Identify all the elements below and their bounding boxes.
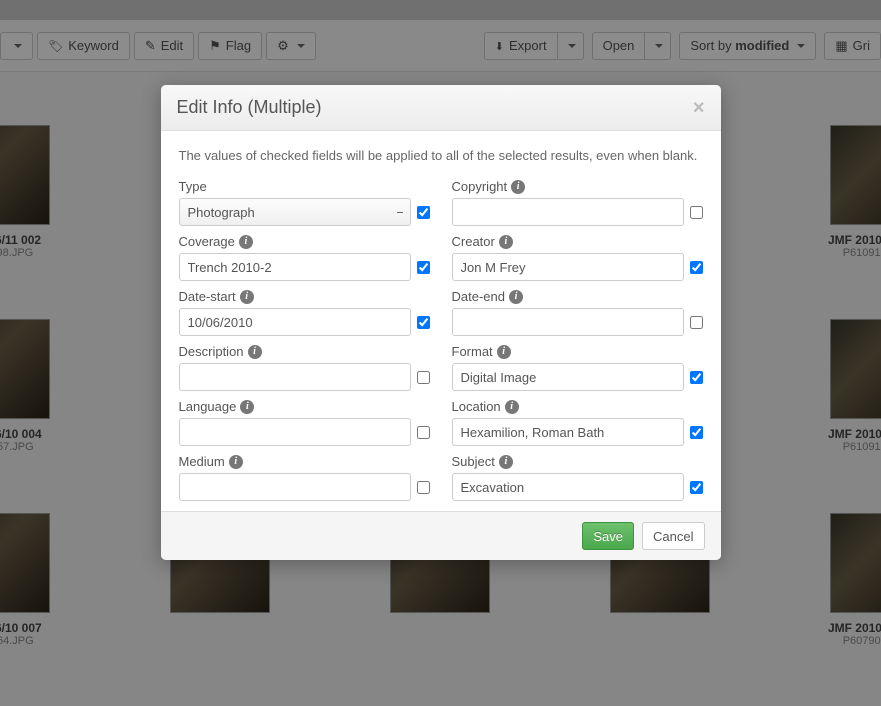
creator-field: Creator i [452, 234, 703, 281]
creator-row [452, 253, 703, 281]
modal-form: Type Photograph Copyright i Coverage i Crea… [179, 179, 703, 501]
info-icon[interactable]: i [509, 290, 523, 304]
modal-footer: Save Cancel [161, 511, 721, 560]
copyright-row [452, 198, 703, 226]
save-button[interactable]: Save [582, 522, 634, 550]
creator-input[interactable] [452, 253, 684, 281]
type-apply-checkbox[interactable] [417, 206, 430, 219]
language-label: Language i [179, 399, 430, 414]
description-label: Description i [179, 344, 430, 359]
creator-label: Creator i [452, 234, 703, 249]
medium-label: Medium i [179, 454, 430, 469]
language-apply-checkbox[interactable] [417, 426, 430, 439]
format-label: Format i [452, 344, 703, 359]
language-input[interactable] [179, 418, 411, 446]
modal-description: The values of checked fields will be app… [179, 147, 703, 165]
type-label: Type [179, 179, 430, 194]
type-select[interactable]: Photograph [179, 198, 411, 226]
subject-row [452, 473, 703, 501]
cancel-button[interactable]: Cancel [642, 522, 704, 550]
copyright-field: Copyright i [452, 179, 703, 226]
copyright-label: Copyright i [452, 179, 703, 194]
medium-field: Medium i [179, 454, 430, 501]
medium-row [179, 473, 430, 501]
info-icon[interactable]: i [505, 400, 519, 414]
modal-overlay: Edit Info (Multiple) × The values of che… [0, 0, 881, 706]
coverage-apply-checkbox[interactable] [417, 261, 430, 274]
info-icon[interactable]: i [229, 455, 243, 469]
datestart-field: Date-start i [179, 289, 430, 336]
info-icon[interactable]: i [511, 180, 525, 194]
info-icon[interactable]: i [240, 290, 254, 304]
subject-field: Subject i [452, 454, 703, 501]
format-input[interactable] [452, 363, 684, 391]
type-field: Type Photograph [179, 179, 430, 226]
modal-body: The values of checked fields will be app… [161, 131, 721, 511]
copyright-input[interactable] [452, 198, 684, 226]
datestart-input[interactable] [179, 308, 411, 336]
modal-title: Edit Info (Multiple) [177, 97, 322, 118]
location-apply-checkbox[interactable] [690, 426, 703, 439]
description-row [179, 363, 430, 391]
subject-input[interactable] [452, 473, 684, 501]
info-icon[interactable]: i [499, 235, 513, 249]
location-input[interactable] [452, 418, 684, 446]
info-icon[interactable]: i [499, 455, 513, 469]
edit-info-modal: Edit Info (Multiple) × The values of che… [161, 85, 721, 560]
medium-input[interactable] [179, 473, 411, 501]
format-apply-checkbox[interactable] [690, 371, 703, 384]
description-field: Description i [179, 344, 430, 391]
format-row [452, 363, 703, 391]
language-row [179, 418, 430, 446]
dateend-apply-checkbox[interactable] [690, 316, 703, 329]
modal-header: Edit Info (Multiple) × [161, 85, 721, 131]
coverage-row [179, 253, 430, 281]
subject-apply-checkbox[interactable] [690, 481, 703, 494]
creator-apply-checkbox[interactable] [690, 261, 703, 274]
dateend-label: Date-end i [452, 289, 703, 304]
copyright-apply-checkbox[interactable] [690, 206, 703, 219]
datestart-row [179, 308, 430, 336]
dateend-row [452, 308, 703, 336]
location-label: Location i [452, 399, 703, 414]
language-field: Language i [179, 399, 430, 446]
location-row [452, 418, 703, 446]
info-icon[interactable]: i [240, 400, 254, 414]
info-icon[interactable]: i [239, 235, 253, 249]
info-icon[interactable]: i [248, 345, 262, 359]
datestart-label: Date-start i [179, 289, 430, 304]
info-icon[interactable]: i [497, 345, 511, 359]
close-icon[interactable]: × [693, 98, 705, 118]
datestart-apply-checkbox[interactable] [417, 316, 430, 329]
description-input[interactable] [179, 363, 411, 391]
coverage-input[interactable] [179, 253, 411, 281]
subject-label: Subject i [452, 454, 703, 469]
dateend-input[interactable] [452, 308, 684, 336]
coverage-label: Coverage i [179, 234, 430, 249]
location-field: Location i [452, 399, 703, 446]
coverage-field: Coverage i [179, 234, 430, 281]
description-apply-checkbox[interactable] [417, 371, 430, 384]
dateend-field: Date-end i [452, 289, 703, 336]
format-field: Format i [452, 344, 703, 391]
medium-apply-checkbox[interactable] [417, 481, 430, 494]
type-row: Photograph [179, 198, 430, 226]
